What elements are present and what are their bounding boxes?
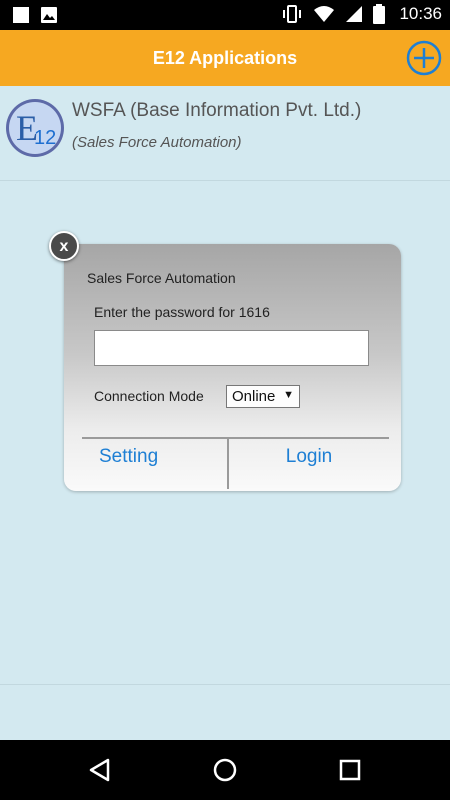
status-time: 10:36	[399, 4, 442, 23]
add-button[interactable]	[406, 40, 442, 76]
back-icon[interactable]	[87, 757, 113, 783]
app-header: E12 Applications	[0, 30, 450, 86]
nav-bar	[0, 740, 450, 800]
page-title: E12 Applications	[152, 48, 298, 68]
image-icon	[41, 7, 57, 23]
divider	[0, 684, 450, 685]
password-label: Enter the password for 1616	[94, 304, 270, 320]
wifi-icon	[314, 6, 335, 22]
notification-square-icon	[13, 7, 29, 23]
app-logo: E 12	[6, 99, 64, 157]
app-subtitle: (Sales Force Automation)	[72, 134, 242, 151]
app-name: WSFA (Base Information Pvt. Ltd.)	[72, 100, 362, 121]
battery-icon	[373, 4, 386, 24]
login-button[interactable]: Login	[229, 440, 389, 480]
dialog-title: Sales Force Automation	[87, 270, 236, 286]
home-icon[interactable]	[212, 757, 238, 783]
connection-mode-select[interactable]: Online ▼	[226, 385, 300, 408]
vibrate-icon	[283, 5, 302, 23]
login-dialog: Sales Force Automation Enter the passwor…	[64, 244, 401, 491]
connection-mode-label: Connection Mode	[94, 388, 204, 404]
recents-icon[interactable]	[337, 757, 363, 783]
setting-button[interactable]: Setting	[82, 440, 227, 480]
svg-text:12: 12	[34, 127, 56, 149]
password-input[interactable]	[94, 330, 369, 366]
close-button[interactable]: x	[49, 231, 79, 261]
connection-mode-value: Online	[232, 388, 276, 405]
list-item[interactable]: E 12 WSFA (Base Information Pvt. Ltd.) (…	[0, 86, 450, 181]
dialog-divider	[82, 437, 389, 439]
signal-icon	[346, 6, 363, 22]
dropdown-arrow-icon: ▼	[283, 389, 294, 401]
status-bar: 10:36	[0, 0, 450, 30]
